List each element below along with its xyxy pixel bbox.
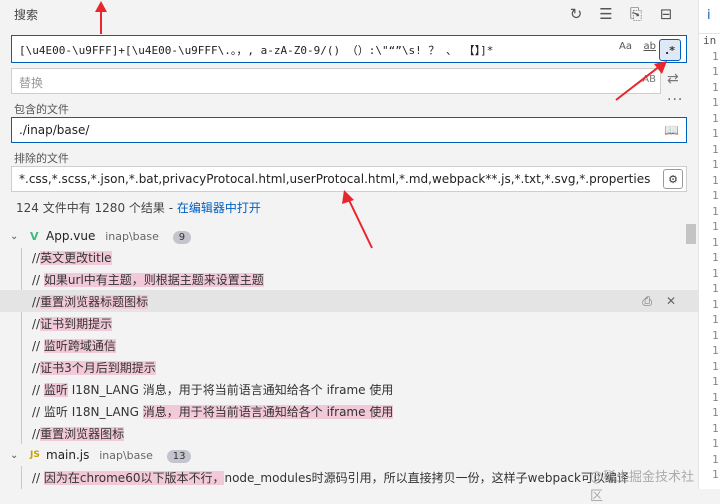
file-entry: App.vue inap\base 9 [46, 228, 192, 244]
line-number: 1 [712, 313, 719, 326]
replace-input[interactable]: 替换 AB [11, 68, 661, 94]
clear-results-icon[interactable]: ☰ [596, 4, 616, 24]
whole-word-toggle[interactable]: ab [644, 41, 656, 52]
match-highlight: 证书到期提示 [40, 316, 113, 331]
line-number: 1 [712, 235, 719, 249]
new-search-editor-icon[interactable]: ⎘ [626, 4, 646, 24]
line-number: 1 [712, 421, 719, 435]
line-number: 1 [712, 173, 719, 187]
line-number: 1 [712, 452, 719, 466]
replace-icon[interactable]: ⎙ [642, 294, 652, 309]
line-number: 1 [712, 251, 719, 264]
panel-title: 搜索 [14, 8, 39, 22]
chevron-down-icon[interactable]: ⌄ [10, 231, 18, 242]
open-in-editor-link[interactable]: 在编辑器中打开 [177, 201, 261, 215]
line-number: 1 [712, 297, 719, 311]
file-path: inap\base [99, 448, 153, 462]
exclude-label: 排除的文件 [14, 152, 69, 165]
line-number: 1 [712, 127, 719, 140]
line-number: 1 [712, 390, 719, 404]
watermark: @稀土掘金技术社区 [590, 470, 695, 504]
include-label: 包含的文件 [14, 103, 69, 116]
match-row-selected[interactable]: //重置浏览器标题图标 ⎙ ✕ [0, 290, 698, 312]
file-entry: main.js inap\base 13 [46, 447, 192, 463]
annotation-arrow-up [95, 1, 107, 34]
line-number: 1 [712, 359, 719, 373]
line-number: 1 [712, 204, 719, 218]
collapse-all-icon[interactable]: ⊟ [656, 4, 676, 24]
editor-strip: i in 1 1 1 1 1 1 1 1 1 1 1 1 1 1 1 1 1 1 1 1 1 1 1 1 1 1 1 1 [698, 0, 720, 489]
line-number: 1 [712, 96, 719, 109]
line-number: 1 [712, 111, 719, 125]
match-highlight: 如果url中有主题，则根据主题来设置主题 [43, 272, 264, 287]
match-highlight: 监听跨域通信 [43, 338, 116, 353]
match-highlight: 英文更改title [40, 250, 112, 265]
replace-placeholder: 替换 [19, 76, 44, 90]
match-highlight: 消息，用于将当前语言通知给各个 iframe 使用 [142, 404, 394, 419]
match-case-toggle[interactable]: Aa [619, 41, 632, 52]
line-number: 1 [712, 266, 719, 280]
include-files-input[interactable]: ./inap/base/ 📖 [11, 117, 687, 143]
line-number: 1 [712, 158, 719, 171]
line-number-gutter: 1 1 1 1 1 1 1 1 1 1 1 1 1 1 1 1 1 1 1 1 1 1 1 1 1 1 1 1 [699, 50, 720, 484]
match-highlight: 因为在chrome60以下版本不行， [43, 470, 225, 485]
vue-file-icon: V [30, 229, 39, 243]
results-summary: 124 文件中有 1280 个结果 - 在编辑器中打开 [16, 199, 261, 216]
match-row[interactable]: // 监听 I18N_LANG 消息，用于将当前语言通知给各个 iframe 使… [0, 400, 698, 422]
search-query: [\u4E00-\u9FFF]+[\u4E00-\u9FFF\.。，, a-zA… [19, 44, 494, 57]
use-exclude-settings-icon[interactable]: ⚙ [663, 169, 683, 189]
editor-tab[interactable]: i [699, 0, 720, 34]
line-number: 1 [712, 344, 719, 357]
include-value: ./inap/base/ [19, 123, 90, 137]
result-file-row[interactable]: ⌄ JS main.js inap\base 13 [0, 444, 698, 466]
match-row[interactable]: // 监听 I18N_LANG 消息，用于将当前语言通知给各个 iframe 使… [0, 378, 698, 400]
summary-text: 124 文件中有 1280 个结果 - [16, 201, 177, 215]
annotation-arrow-exclude [342, 190, 373, 249]
line-number: 1 [712, 437, 719, 450]
line-number: 1 [712, 468, 719, 481]
match-count-badge: 9 [172, 230, 192, 244]
match-row[interactable]: //重置浏览器图标 [0, 422, 698, 444]
exclude-value: *.css,*.scss,*.json,*.bat,privacyProtoca… [19, 172, 651, 186]
match-highlight: 证书3个月后到期提示 [40, 360, 156, 375]
js-file-icon: JS [30, 450, 40, 460]
chevron-down-icon[interactable]: ⌄ [10, 450, 18, 461]
toolbar: ↻ ☰ ⎘ ⊟ [566, 4, 676, 24]
file-name: main.js [46, 447, 90, 462]
dismiss-icon[interactable]: ✕ [666, 294, 676, 309]
match-row[interactable]: //证书到期提示 [0, 312, 698, 334]
line-number: 1 [712, 375, 719, 388]
line-number: 1 [712, 80, 719, 94]
line-number: 1 [712, 65, 719, 78]
match-highlight: 重置浏览器图标 [40, 426, 125, 441]
line-number: 1 [712, 220, 719, 233]
match-count-badge: 13 [166, 449, 192, 463]
refresh-icon[interactable]: ↻ [566, 4, 586, 24]
match-highlight: 监听 [43, 382, 68, 397]
match-row[interactable]: // 监听跨域通信 [0, 334, 698, 356]
match-highlight: 重置浏览器标题图标 [40, 294, 149, 309]
line-number: 1 [712, 282, 719, 295]
annotation-arrow-regex [615, 61, 667, 101]
line-number: 1 [712, 49, 719, 63]
file-path: inap\base [105, 229, 159, 243]
line-number: 1 [712, 189, 719, 202]
row-actions: ⎙ ✕ [642, 294, 676, 309]
search-input[interactable]: [\u4E00-\u9FFF]+[\u4E00-\u9FFF\.。，, a-zA… [11, 35, 687, 63]
search-panel: 搜索 ↻ ☰ ⎘ ⊟ [\u4E00-\u9FFF]+[\u4E00-\u9FF… [0, 0, 698, 504]
file-name: App.vue [46, 228, 96, 243]
editor-file-prefix: in [703, 34, 717, 47]
line-number: 1 [712, 406, 719, 419]
line-number: 1 [712, 142, 719, 156]
match-row[interactable]: // 如果url中有主题，则根据主题来设置主题 [0, 268, 698, 290]
match-row[interactable]: //证书3个月后到期提示 [0, 356, 698, 378]
open-editors-only-icon[interactable]: 📖 [664, 123, 679, 137]
line-number: 1 [712, 328, 719, 342]
